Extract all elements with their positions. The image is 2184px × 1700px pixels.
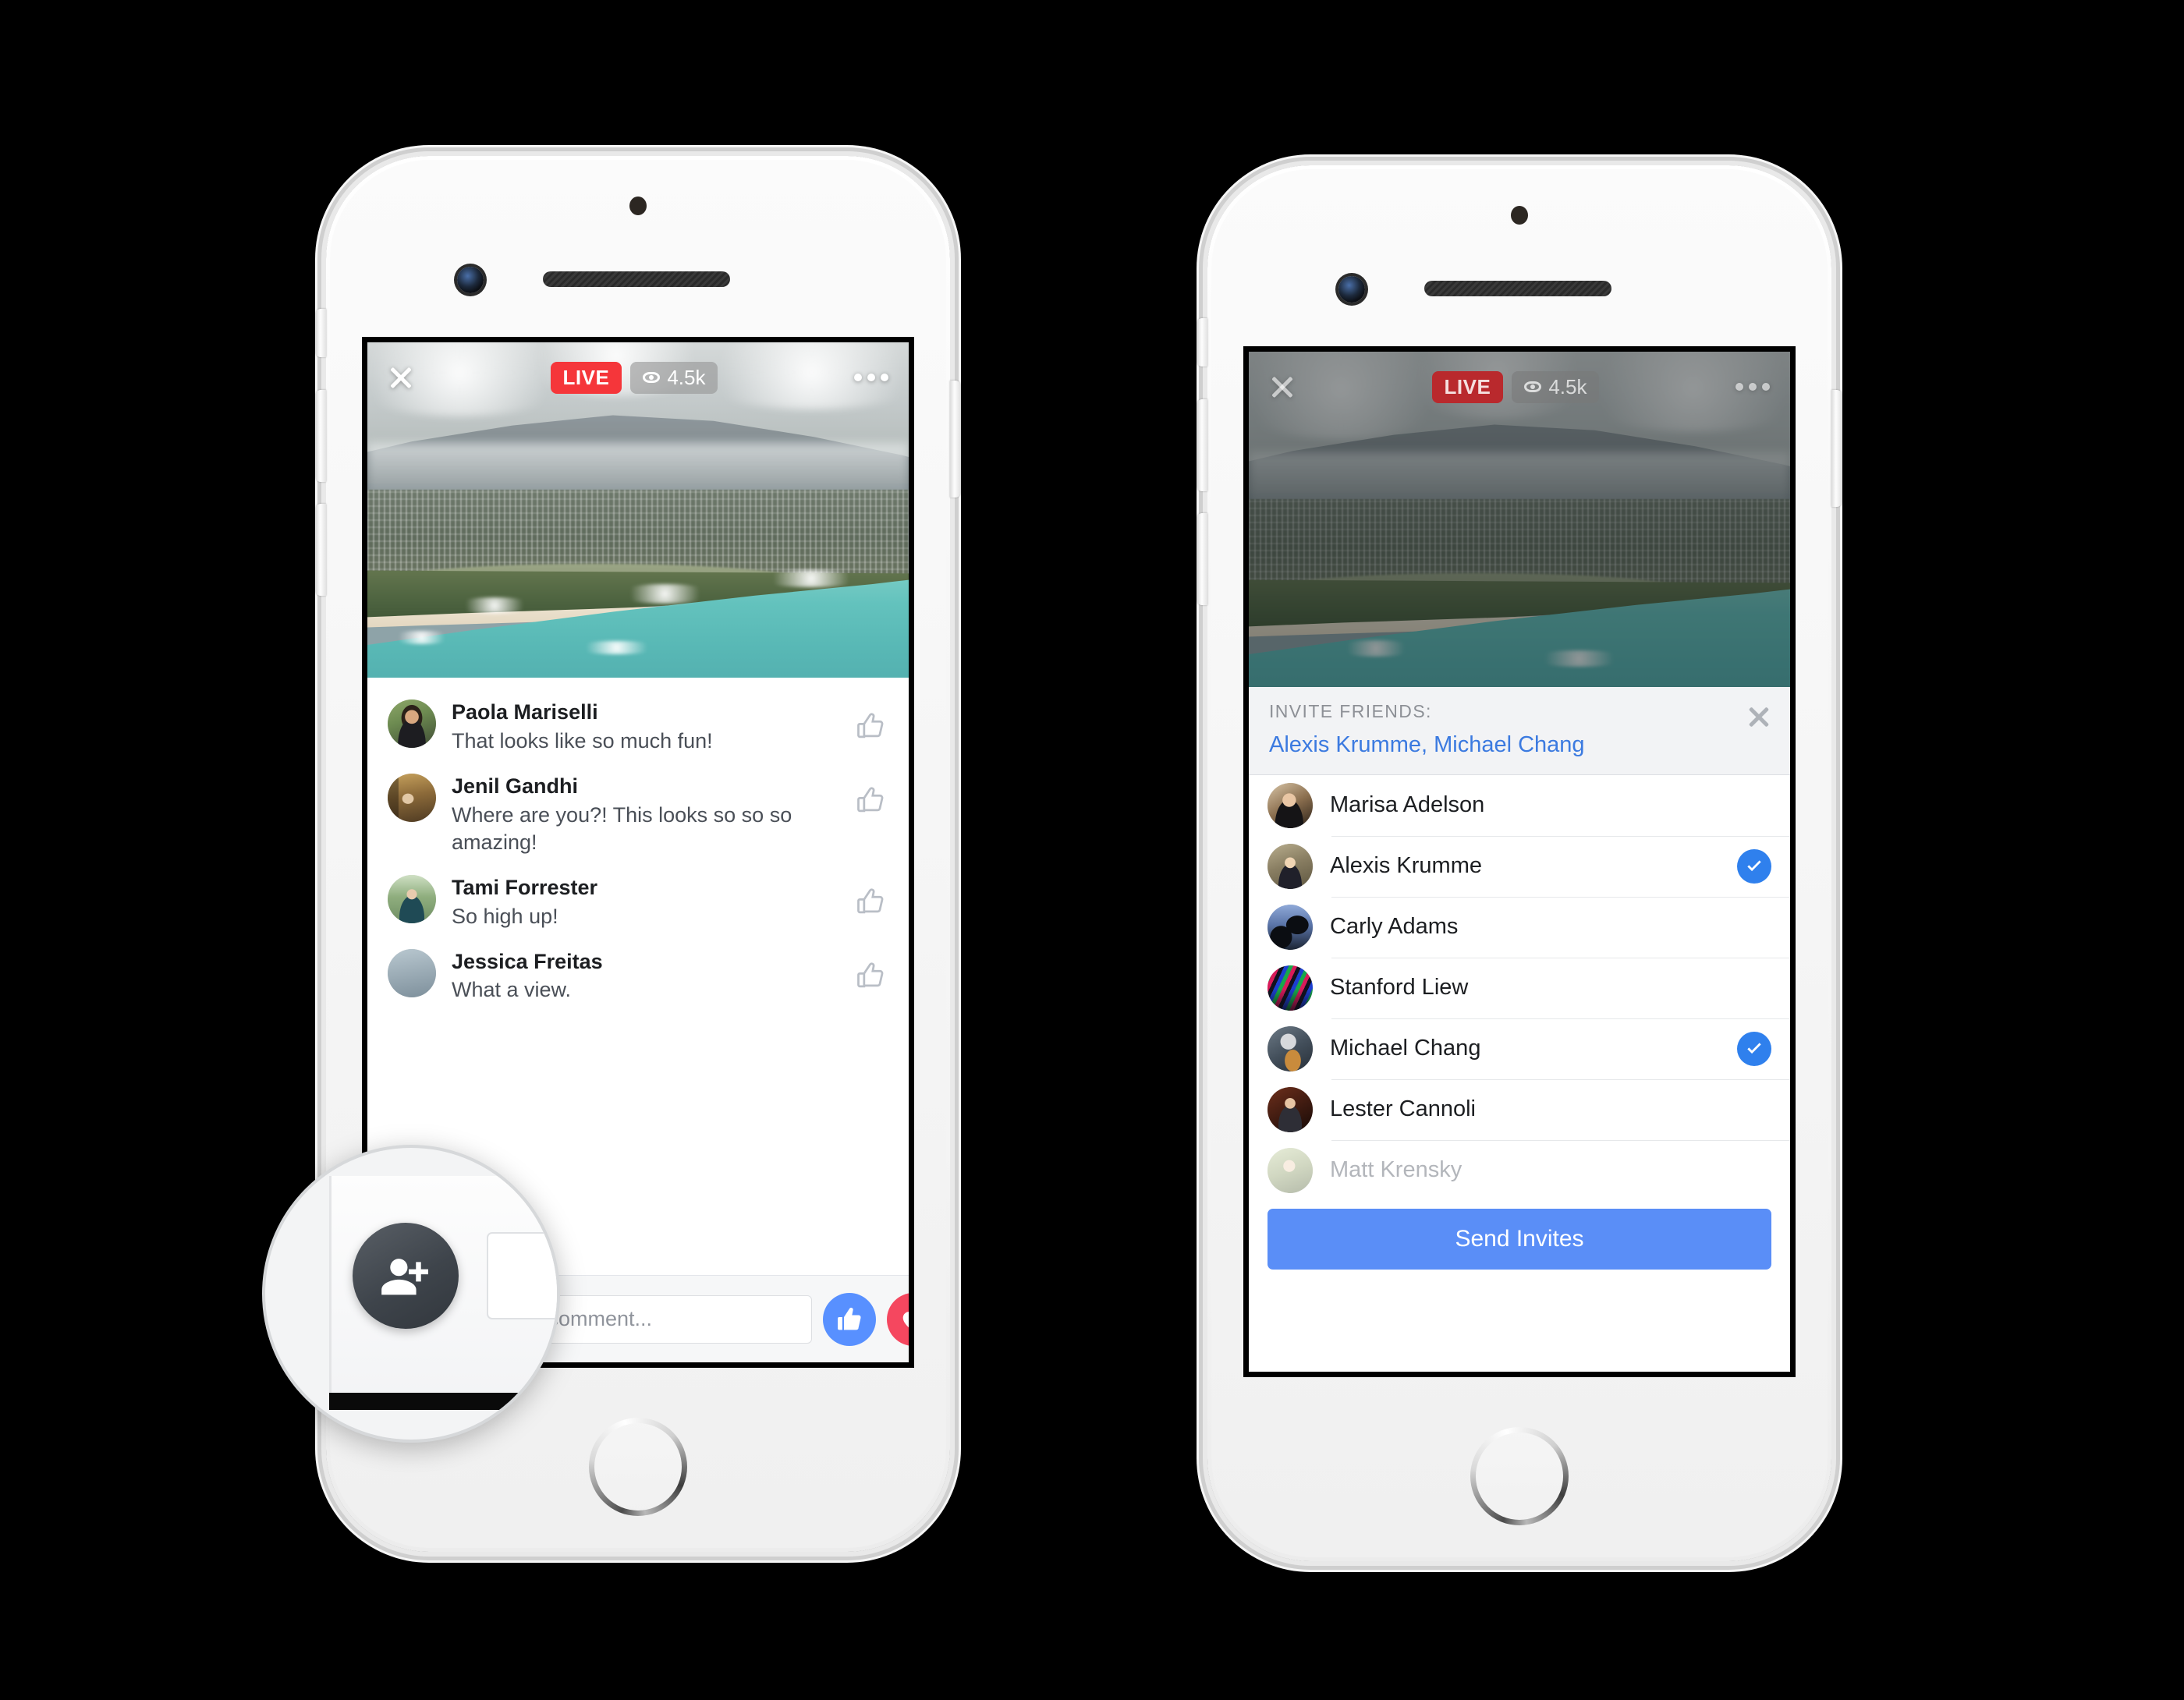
magnified-comment-input [487, 1232, 557, 1319]
thumbs-up-icon[interactable] [854, 783, 888, 819]
like-reaction-button[interactable] [823, 1292, 876, 1346]
front-camera-icon [1338, 276, 1365, 303]
friend-name: Michael Chang [1330, 1036, 1481, 1061]
close-icon[interactable] [1269, 374, 1296, 400]
volume-up-button[interactable] [1197, 399, 1207, 491]
thumbs-up-icon[interactable] [854, 884, 888, 920]
friend-name: Lester Cannoli [1330, 1096, 1476, 1122]
silent-switch[interactable] [1197, 318, 1207, 367]
friend-name: Stanford Liew [1330, 975, 1469, 1001]
comment-text: That looks like so much fun! [452, 728, 713, 753]
avatar [1268, 1025, 1313, 1071]
eye-icon [1524, 381, 1542, 392]
comment-author: Tami Forrester [452, 875, 598, 899]
volume-down-button[interactable] [316, 504, 326, 596]
friend-row[interactable]: Lester Cannoli [1249, 1078, 1790, 1140]
volume-up-button[interactable] [316, 390, 326, 482]
invite-friends-header: INVITE FRIENDS: Alexis Krumme, Michael C… [1249, 687, 1790, 775]
friend-row[interactable]: Marisa Adelson [1249, 775, 1790, 836]
comment-item: Paola Mariselli That looks like so much … [367, 690, 909, 764]
comment-item: Jenil Gandhi Where are you?! This looks … [367, 764, 909, 866]
avatar [1268, 904, 1313, 950]
avatar [1268, 965, 1313, 1011]
power-button[interactable] [950, 381, 960, 498]
viewer-count-badge: 4.5k [1512, 370, 1600, 403]
love-reaction-button[interactable] [887, 1292, 909, 1346]
screen-right: LIVE 4.5k INVITE FRIENDS: Alexis Krumme,… [1243, 346, 1796, 1377]
avatar [388, 699, 436, 748]
viewer-count-badge: 4.5k [630, 361, 718, 394]
send-invites-container: Send Invites [1249, 1200, 1790, 1287]
video-top-controls: LIVE 4.5k [367, 359, 909, 395]
invite-friends-button[interactable] [353, 1223, 459, 1329]
thumbs-up-icon[interactable] [854, 958, 888, 994]
avatar [388, 874, 436, 923]
front-camera-icon [457, 267, 484, 293]
volume-down-button[interactable] [1197, 513, 1207, 605]
live-video-player[interactable]: LIVE 4.5k [367, 342, 909, 678]
phone-right: LIVE 4.5k INVITE FRIENDS: Alexis Krumme,… [1197, 165, 1842, 1561]
live-badge: LIVE [1431, 370, 1504, 403]
comment-author: Jenil Gandhi [452, 774, 579, 798]
heart-icon [902, 1311, 909, 1327]
silent-switch[interactable] [316, 309, 326, 357]
invite-friends-label: INVITE FRIENDS: [1269, 701, 1432, 721]
earpiece-speaker-icon [543, 271, 730, 287]
friend-row[interactable]: Alexis Krumme [1249, 835, 1790, 897]
comment-text: What a view. [452, 978, 572, 1002]
proximity-sensor-icon [1511, 206, 1528, 225]
thumbs-up-icon [838, 1307, 861, 1330]
video-top-controls: LIVE 4.5k [1249, 369, 1790, 405]
comment-item: Jessica Freitas What a view. [367, 940, 909, 1014]
power-button[interactable] [1831, 390, 1842, 507]
comment-author: Jessica Freitas [452, 949, 603, 973]
comment-text: So high up! [452, 904, 558, 928]
friend-name: Alexis Krumme [1330, 853, 1482, 879]
more-options-icon[interactable] [1736, 383, 1770, 391]
friend-name: Carly Adams [1330, 914, 1459, 940]
comment-list: Paola Mariselli That looks like so much … [367, 678, 909, 1014]
proximity-sensor-icon [629, 197, 647, 215]
selected-friends-names: Alexis Krumme, Michael Chang [1269, 732, 1585, 757]
comment-author: Paola Mariselli [452, 700, 598, 724]
selected-check-icon[interactable] [1737, 1031, 1771, 1066]
live-badge: LIVE [550, 361, 622, 394]
thumbs-up-icon[interactable] [854, 709, 888, 745]
avatar [1268, 1147, 1313, 1193]
comment-item: Tami Forrester So high up! [367, 866, 909, 940]
add-person-icon [381, 1259, 428, 1295]
friend-list: Marisa Adelson Alexis Krumme Carly Adams [1249, 774, 1790, 1201]
close-icon[interactable] [1746, 704, 1771, 729]
magnified-screen-edge [329, 1393, 557, 1410]
magnifier-callout [262, 1145, 560, 1443]
viewer-count-value: 4.5k [1548, 374, 1587, 398]
avatar [1268, 843, 1313, 889]
avatar [1268, 1086, 1313, 1132]
home-button[interactable] [589, 1418, 687, 1516]
viewer-count-value: 4.5k [667, 365, 706, 389]
avatar [1268, 782, 1313, 828]
friend-row[interactable]: Stanford Liew [1249, 957, 1790, 1018]
earpiece-speaker-icon [1424, 281, 1611, 296]
selected-check-icon[interactable] [1737, 848, 1771, 884]
home-button[interactable] [1470, 1427, 1569, 1525]
avatar [388, 948, 436, 997]
live-video-player[interactable]: LIVE 4.5k [1249, 352, 1790, 687]
close-icon[interactable] [388, 364, 414, 391]
friend-row[interactable]: Michael Chang [1249, 1018, 1790, 1079]
friend-name: Marisa Adelson [1330, 792, 1485, 818]
friend-row[interactable]: Carly Adams [1249, 896, 1790, 958]
friend-name: Matt Krensky [1330, 1157, 1462, 1183]
avatar [388, 773, 436, 822]
send-invites-button[interactable]: Send Invites [1268, 1208, 1771, 1270]
friend-row[interactable]: Matt Krensky [1249, 1139, 1790, 1201]
eye-icon [643, 371, 661, 383]
more-options-icon[interactable] [854, 374, 888, 381]
comment-text: Where are you?! This looks so so so amaz… [452, 802, 792, 854]
